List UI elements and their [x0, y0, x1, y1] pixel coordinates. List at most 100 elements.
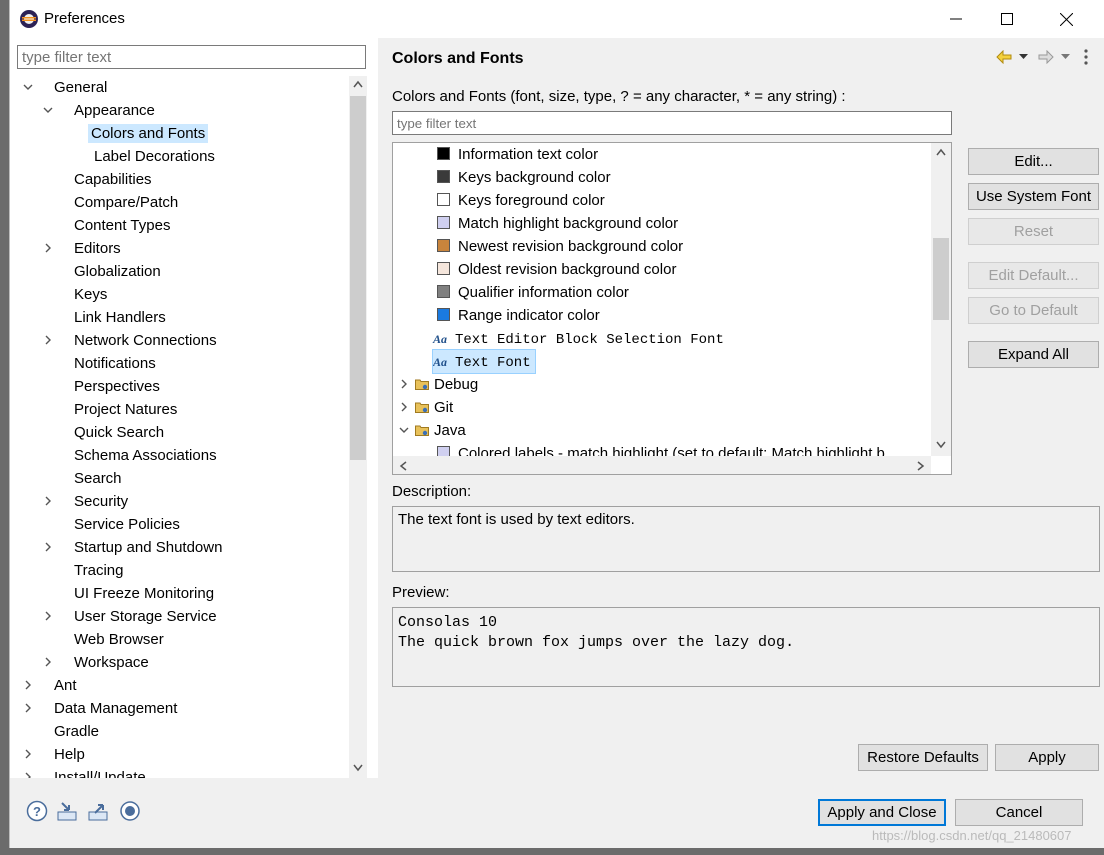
- tree-item[interactable]: Network Connections: [43, 329, 220, 352]
- color-item[interactable]: Oldest revision background color: [437, 258, 676, 281]
- record-icon[interactable]: [119, 800, 141, 822]
- collapse-chevron-icon[interactable]: [43, 105, 53, 115]
- forward-arrow-icon[interactable]: [1038, 50, 1054, 64]
- colors-fonts-list: Information text color Keys background co…: [393, 143, 931, 457]
- expand-chevron-icon[interactable]: [399, 379, 409, 389]
- apply-button[interactable]: Apply: [995, 744, 1099, 771]
- help-icon[interactable]: ?: [26, 800, 48, 822]
- list-scroll-thumb[interactable]: [933, 238, 949, 320]
- tree-item[interactable]: Globalization: [43, 260, 164, 283]
- tree-item[interactable]: Editors: [43, 237, 124, 260]
- tree-item-label: User Storage Service: [74, 608, 217, 625]
- tree-item[interactable]: Workspace: [43, 651, 152, 674]
- tree-item[interactable]: Data Management: [23, 697, 180, 720]
- item-label: Git: [434, 399, 454, 416]
- edit-button[interactable]: Edit...: [968, 148, 1099, 175]
- color-item[interactable]: Newest revision background color: [437, 235, 683, 258]
- tree-item[interactable]: Schema Associations: [43, 444, 220, 467]
- minimize-button[interactable]: [927, 0, 985, 38]
- tree-item[interactable]: Keys: [43, 283, 110, 306]
- view-menu-icon[interactable]: [1084, 49, 1088, 65]
- category-item[interactable]: Git: [399, 396, 453, 419]
- expand-chevron-icon[interactable]: [399, 402, 409, 412]
- tree-scroll-thumb[interactable]: [350, 96, 366, 460]
- expand-chevron-icon[interactable]: [43, 243, 53, 253]
- tree-item[interactable]: Compare/Patch: [43, 191, 181, 214]
- tree-item[interactable]: Label Decorations: [63, 145, 218, 168]
- color-item[interactable]: Qualifier information color: [437, 281, 629, 304]
- export-icon[interactable]: [87, 800, 109, 822]
- tree-item[interactable]: Appearance: [43, 99, 158, 122]
- color-item[interactable]: Match highlight background color: [437, 212, 678, 235]
- restore-defaults-button[interactable]: Restore Defaults: [858, 744, 988, 771]
- expand-all-button[interactable]: Expand All: [968, 341, 1099, 368]
- expand-chevron-icon[interactable]: [23, 703, 33, 713]
- expand-chevron-icon[interactable]: [43, 496, 53, 506]
- tree-item[interactable]: Help: [23, 743, 88, 766]
- tree-scrollbar[interactable]: [349, 76, 367, 778]
- list-hscroll-thumb[interactable]: [413, 458, 909, 472]
- tree-item[interactable]: Link Handlers: [43, 306, 169, 329]
- tree-item-label: Link Handlers: [74, 309, 166, 326]
- cancel-button[interactable]: Cancel: [955, 799, 1083, 826]
- import-icon[interactable]: [56, 800, 78, 822]
- color-swatch-icon: [437, 216, 450, 229]
- forward-menu-chevron-icon[interactable]: [1061, 54, 1070, 60]
- tree-item[interactable]: Content Types: [43, 214, 173, 237]
- category-item[interactable]: Java: [399, 419, 466, 442]
- tree-item-label: Search: [74, 470, 122, 487]
- list-vertical-scrollbar[interactable]: [931, 143, 951, 456]
- tree-item[interactable]: Security: [43, 490, 131, 513]
- tree-item[interactable]: Web Browser: [43, 628, 167, 651]
- color-item[interactable]: Keys foreground color: [437, 189, 605, 212]
- tree-item[interactable]: Ant: [23, 674, 80, 697]
- expand-chevron-icon[interactable]: [43, 657, 53, 667]
- tree-item-label: Data Management: [54, 700, 178, 717]
- color-item[interactable]: Colored labels - match highlight (set to…: [437, 442, 885, 457]
- tree-item[interactable]: Startup and Shutdown: [43, 536, 225, 559]
- go-to-default-button[interactable]: Go to Default: [968, 297, 1099, 324]
- folder-icon: [415, 379, 429, 390]
- color-item[interactable]: Information text color: [437, 143, 598, 166]
- tree-item[interactable]: UI Freeze Monitoring: [43, 582, 217, 605]
- tree-item[interactable]: Service Policies: [43, 513, 183, 536]
- tree-item[interactable]: Quick Search: [43, 421, 167, 444]
- font-item[interactable]: Aa Text Font: [432, 349, 536, 374]
- color-item[interactable]: Keys background color: [437, 166, 611, 189]
- tree-item[interactable]: Install/Update: [23, 766, 149, 778]
- tree-item[interactable]: Notifications: [43, 352, 159, 375]
- expand-chevron-icon[interactable]: [23, 680, 33, 690]
- tree-item[interactable]: Capabilities: [43, 168, 155, 191]
- collapse-chevron-icon[interactable]: [23, 82, 33, 92]
- tree-item[interactable]: User Storage Service: [43, 605, 220, 628]
- edit-default-button[interactable]: Edit Default...: [968, 262, 1099, 289]
- item-label: Debug: [434, 376, 479, 393]
- tree-item[interactable]: Gradle: [23, 720, 102, 743]
- color-item[interactable]: Range indicator color: [437, 304, 600, 327]
- apply-and-close-button[interactable]: Apply and Close: [818, 799, 946, 826]
- back-menu-chevron-icon[interactable]: [1019, 54, 1028, 60]
- scroll-left-icon: [399, 461, 407, 471]
- colors-filter-input[interactable]: [392, 111, 952, 135]
- tree-item[interactable]: Tracing: [43, 559, 126, 582]
- expand-chevron-icon[interactable]: [43, 542, 53, 552]
- use-system-font-button[interactable]: Use System Font: [968, 183, 1099, 210]
- tree-item[interactable]: Colors and Fonts: [63, 122, 209, 145]
- reset-button[interactable]: Reset: [968, 218, 1099, 245]
- font-item[interactable]: Aa Text Editor Block Selection Font: [433, 327, 724, 350]
- tree-item[interactable]: Search: [43, 467, 125, 490]
- expand-chevron-icon[interactable]: [23, 749, 33, 759]
- pane-divider[interactable]: [378, 38, 388, 778]
- collapse-chevron-icon[interactable]: [399, 425, 409, 435]
- expand-chevron-icon[interactable]: [43, 335, 53, 345]
- tree-item[interactable]: Project Natures: [43, 398, 180, 421]
- maximize-button[interactable]: [978, 0, 1036, 38]
- list-horizontal-scrollbar[interactable]: [393, 456, 931, 474]
- tree-item[interactable]: General: [23, 76, 110, 99]
- back-arrow-icon[interactable]: [996, 50, 1012, 64]
- category-item[interactable]: Debug: [399, 373, 478, 396]
- expand-chevron-icon[interactable]: [43, 611, 53, 621]
- close-window-button[interactable]: [1037, 0, 1095, 38]
- tree-filter-input[interactable]: [17, 45, 366, 69]
- tree-item[interactable]: Perspectives: [43, 375, 163, 398]
